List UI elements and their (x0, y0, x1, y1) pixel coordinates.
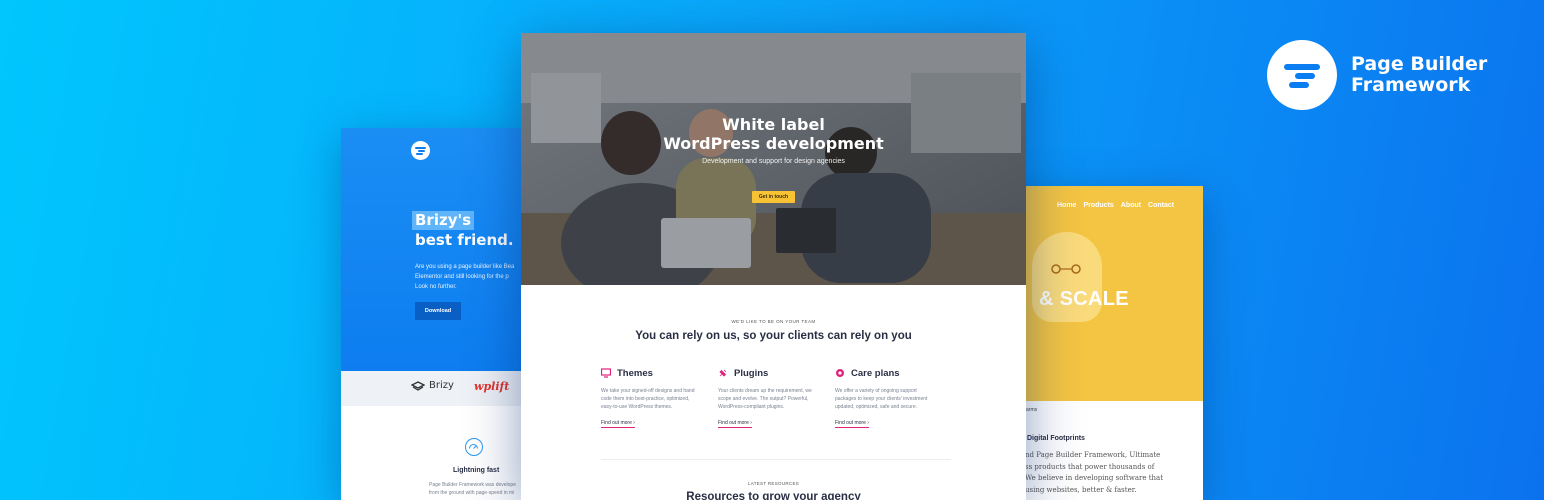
wplift-logo: wplift (474, 380, 510, 393)
plug-icon (719, 369, 727, 377)
service-description: We offer a variety of ongoing support pa… (835, 387, 945, 411)
brizy-headline: Brizy's best friend. (412, 210, 514, 250)
service-text-line: packages to keep your clients' investmen… (835, 396, 928, 402)
service-text-line: WordPress-compliant plugins. (718, 404, 785, 410)
nav-item-products[interactable]: Products (1083, 202, 1113, 209)
resources-eyebrow: LATEST RESOURCES (747, 481, 800, 486)
find-out-more-link[interactable]: Find out more › (718, 420, 752, 428)
section-divider (601, 459, 951, 460)
find-out-more-link[interactable]: Find out more › (835, 420, 869, 428)
text-line: ss products that power thousands of (1025, 462, 1155, 471)
feature-text-line: from the ground with page-speed in mi (429, 490, 515, 496)
text-line: We believe in developing software that (1025, 474, 1164, 482)
paragraph-line: Look no further. (415, 284, 457, 290)
service-text-line: We offer a variety of ongoing support (835, 388, 917, 394)
monitor-icon (601, 368, 611, 378)
section-eyebrow: WE'D LIKE TO BE ON YOUR TEAM (731, 319, 816, 324)
brand-name-line2: Framework (1351, 74, 1471, 96)
top-nav: Home Products About Contact (1057, 202, 1174, 209)
service-text-line: code them into best-practice, optimized, (601, 396, 690, 402)
service-description: Your clients dream up the requirement, w… (718, 387, 828, 411)
headline-rest: best friend. (415, 231, 514, 249)
hero-subtitle: Development and support for design agenc… (702, 158, 845, 165)
brizy-paragraph: Are you using a page builder like Bea El… (415, 262, 531, 292)
paragraph-line: Elementor and still looking for the p (415, 274, 509, 280)
service-themes: Themes We take your signed-off designs a… (601, 367, 711, 429)
text-line: nd Page Builder Framework, Ultimate (1025, 451, 1161, 459)
service-description: We take your signed-off designs and hand… (601, 387, 711, 411)
hero-banner: White label WordPress development Develo… (521, 33, 1026, 285)
feature-text-line: Page Builder Framework was develope (429, 482, 516, 488)
pbf-logo-icon (411, 141, 430, 160)
service-plugins: Plugins Your clients dream up the requir… (718, 367, 828, 429)
headline-highlight: Brizy's (412, 211, 475, 230)
partner-logos-strip: Brizy wplift (341, 371, 531, 406)
service-care-plans: Care plans We offer a variety of ongoing… (835, 367, 945, 429)
service-title: Plugins (734, 367, 769, 379)
brand-header: Page Builder Framework (1267, 40, 1487, 110)
service-text-line: easy-to-use WordPress themes. (601, 404, 673, 410)
section-text: nd Page Builder Framework, Ultimate ss p… (1025, 450, 1201, 496)
nav-item-about[interactable]: About (1121, 202, 1141, 209)
service-title: Care plans (851, 367, 900, 379)
hero-title: White label WordPress development (521, 115, 1026, 153)
brand-name: Page Builder Framework (1351, 54, 1487, 96)
brizy-logo: Brizy (411, 380, 454, 391)
hero-title-line1: White label (722, 115, 825, 134)
section-heading: Digital Footprints (1027, 435, 1085, 442)
nav-item-home[interactable]: Home (1057, 202, 1076, 209)
hero-title-line2: WordPress development (663, 134, 884, 153)
service-text-line: updated, optimized, safe and secure. (835, 404, 917, 410)
get-in-touch-button[interactable]: Get in touch (752, 191, 795, 203)
white-label-preview-card[interactable]: White label WordPress development Develo… (521, 33, 1026, 500)
service-text-line: scope and evolve. The output? Powerful, (718, 396, 809, 402)
glasses-icon (1051, 264, 1081, 274)
find-out-more-link[interactable]: Find out more › (601, 420, 635, 428)
brizy-hero: Brizy's best friend. Are you using a pag… (341, 128, 531, 371)
speedometer-icon (465, 438, 483, 456)
globe-icon (836, 369, 844, 377)
brizy-preview-card[interactable]: Brizy's best friend. Are you using a pag… (341, 128, 531, 500)
section-title: You can rely on us, so your clients can … (635, 330, 912, 342)
feature-title: Lightning fast (453, 467, 500, 474)
hero-text: & SCALE (1039, 288, 1129, 310)
service-text-line: Your clients dream up the requirement, w… (718, 388, 812, 394)
brand-name-line1: Page Builder (1351, 53, 1488, 75)
service-title: Themes (617, 367, 653, 379)
feature-text: Page Builder Framework was develope from… (429, 481, 529, 497)
brizy-logo-text: Brizy (429, 380, 454, 391)
service-text-line: We take your signed-off designs and hand (601, 388, 695, 394)
paragraph-line: Are you using a page builder like Bea (415, 264, 515, 270)
brizy-mark-icon (411, 380, 425, 391)
nav-item-contact[interactable]: Contact (1148, 202, 1174, 209)
small-label: arms (1026, 407, 1038, 413)
page-builder-framework-logo-icon (1267, 40, 1337, 110)
resources-title: Resources to grow your agency (686, 491, 861, 500)
download-button[interactable]: Download (415, 302, 461, 320)
text-line: using websites, better & faster. (1025, 485, 1137, 494)
